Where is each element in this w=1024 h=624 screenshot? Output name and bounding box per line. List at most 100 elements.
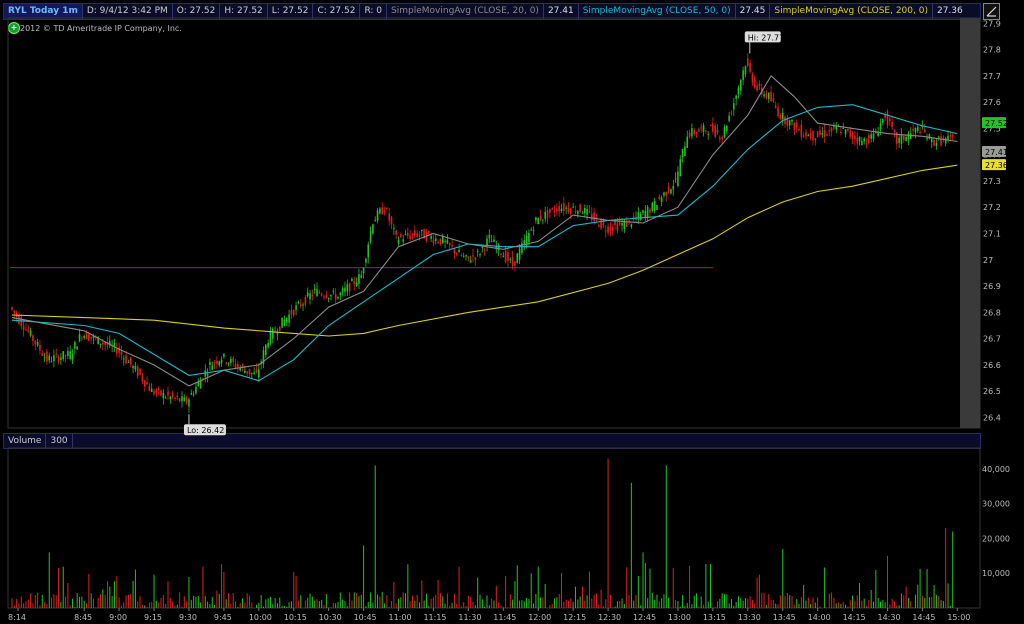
candle-body (486, 238, 488, 246)
volume-bar (856, 595, 858, 608)
candle-body (421, 229, 423, 232)
price-tick-label: 26.6 (983, 361, 1001, 370)
candle-body (651, 202, 654, 211)
candle-body (13, 310, 16, 314)
volume-bar (60, 602, 62, 608)
volume-bar (835, 603, 837, 608)
volume-bar (246, 593, 248, 608)
candle-body (795, 122, 798, 128)
candle-body (726, 125, 728, 132)
candle-body (763, 94, 765, 97)
volume-bar (521, 600, 523, 608)
right-expansion-area (960, 18, 980, 428)
volume-bar (782, 548, 784, 608)
volume-bar (402, 592, 404, 608)
volume-bar (588, 571, 590, 608)
candle-body (700, 127, 703, 129)
volume-tick-label: 20,000 (982, 534, 1010, 543)
candle-body (702, 125, 705, 132)
candle-body (53, 355, 55, 362)
volume-bar (465, 605, 467, 608)
candle-body (511, 257, 514, 266)
candle-body (276, 333, 279, 335)
volume-bar (381, 591, 383, 608)
candle-body (437, 241, 439, 243)
candle-body (32, 335, 34, 341)
candle-body (327, 298, 330, 300)
volume-bar (391, 600, 393, 608)
volume-tick-label: 40,000 (982, 465, 1010, 474)
candle-body (432, 239, 435, 244)
volume-bar (684, 606, 686, 608)
volume-bar (875, 569, 877, 608)
candle-body (614, 221, 616, 225)
volume-bar (935, 594, 937, 608)
candle-body (223, 353, 225, 357)
volume-bar (479, 594, 481, 608)
volume-bar (735, 601, 737, 608)
volume-bar (72, 598, 74, 608)
volume-bar (197, 595, 199, 608)
volume-bar (349, 592, 351, 608)
candle-body (616, 223, 619, 231)
candle-body (574, 211, 577, 213)
candle-body (460, 255, 463, 257)
volume-bar (74, 607, 76, 608)
volume-bar (283, 605, 285, 608)
volume-bar (158, 602, 160, 608)
volume-bar (791, 595, 793, 608)
volume-bar (432, 597, 434, 608)
candle-body (374, 220, 377, 222)
volume-bar (356, 593, 358, 608)
candle-body (737, 87, 740, 95)
volume-bar (663, 594, 665, 608)
candle-body (362, 268, 365, 274)
candle-body (455, 253, 458, 255)
candle-body (439, 238, 442, 245)
volume-bar (76, 593, 78, 608)
time-tick-label: 14:00 (808, 613, 831, 622)
volume-bar (218, 593, 220, 608)
candle-body (944, 138, 947, 144)
volume-bar (842, 601, 844, 608)
volume-bar (351, 600, 353, 608)
candle-body (882, 118, 884, 123)
volume-bar (642, 552, 644, 608)
candle-body (886, 111, 889, 126)
candle-body (302, 304, 304, 306)
candle-body (462, 256, 465, 258)
candle-body (868, 135, 870, 144)
volume-bar (840, 603, 842, 608)
volume-bar (665, 465, 667, 608)
candle-body (83, 335, 85, 338)
volume-bar (346, 606, 348, 608)
volume-bar (682, 594, 684, 608)
volume-bar (833, 597, 835, 608)
volume-bar (721, 593, 723, 608)
candle-body (542, 219, 544, 221)
volume-bar (46, 604, 48, 608)
candle-body (558, 206, 560, 212)
time-tick-label: 8:45 (74, 613, 92, 622)
candle-body (169, 396, 172, 400)
chart-canvas[interactable]: 27.927.827.727.627.527.427.327.227.12726… (0, 0, 1024, 624)
volume-bar (733, 605, 735, 608)
candle-body (835, 126, 838, 130)
candle-body (297, 301, 300, 304)
time-tick-label: 10:45 (354, 613, 377, 622)
candle-body (828, 130, 831, 132)
volume-bar (293, 572, 295, 608)
candle-body (355, 282, 358, 287)
candle-body (686, 136, 689, 149)
candle-body (749, 62, 751, 72)
time-tick-label: 9:45 (214, 613, 232, 622)
candle-body (630, 224, 633, 228)
volume-bar (786, 593, 788, 608)
time-tick-label: 12:00 (528, 613, 551, 622)
volume-bar (567, 600, 569, 608)
candle-body (593, 212, 595, 221)
volume-bar (260, 595, 262, 608)
candle-body (667, 186, 670, 193)
candle-body (115, 348, 118, 354)
candle-body (756, 85, 758, 91)
